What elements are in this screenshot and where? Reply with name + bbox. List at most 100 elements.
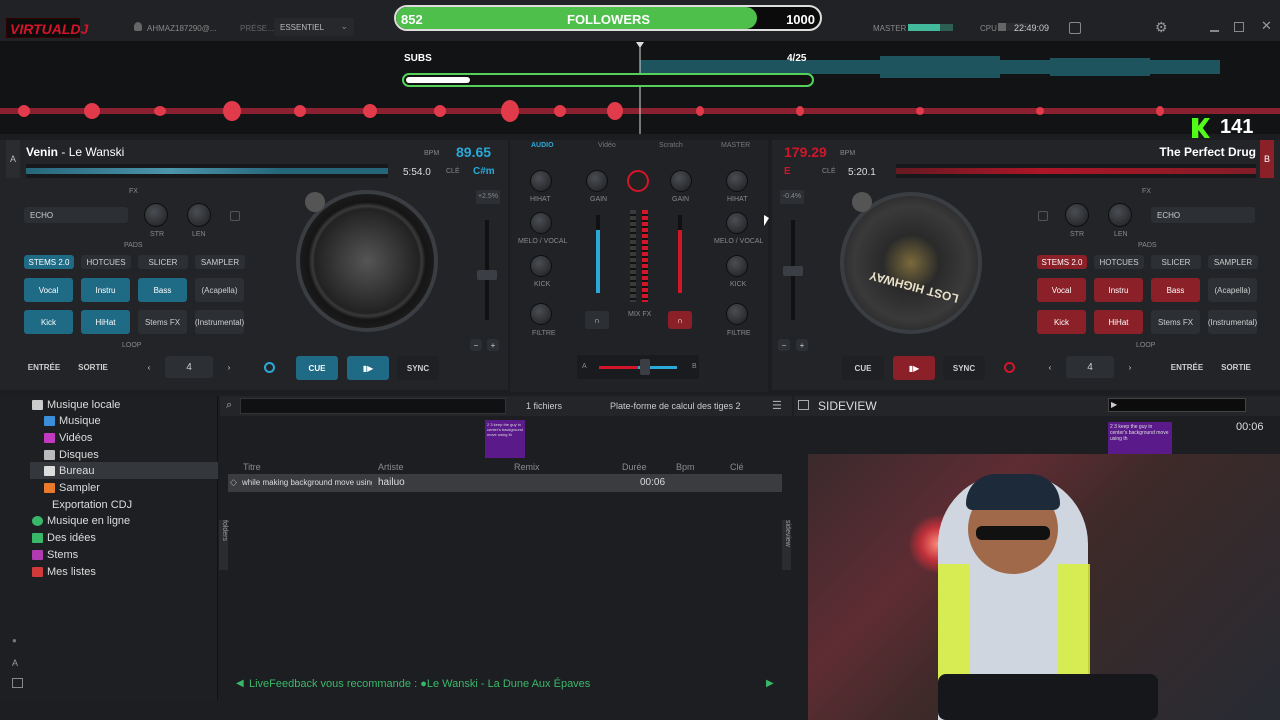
feedback-prev-icon[interactable]: ◀: [236, 678, 244, 689]
fx-select[interactable]: ECHO: [24, 207, 128, 223]
master-gain-knob[interactable]: [627, 170, 649, 192]
folders-tab[interactable]: folders: [219, 520, 228, 570]
fx-str-knob[interactable]: [144, 203, 168, 227]
pad-tab-sampler[interactable]: SAMPLER: [195, 255, 245, 269]
minimize-icon[interactable]: [1210, 30, 1219, 32]
preset-select[interactable]: ESSENTIEL ⌄: [274, 18, 354, 36]
mixer-tab-master[interactable]: MASTER: [721, 142, 750, 149]
volume-fader-b[interactable]: [678, 215, 682, 293]
pitch-minus[interactable]: −: [778, 339, 790, 351]
pad-kick[interactable]: Kick: [24, 310, 73, 334]
fx-settings-icon[interactable]: [230, 211, 240, 221]
livefeedback-text[interactable]: LiveFeedback vous recommande : ●Le Wansk…: [249, 678, 590, 690]
tree-item-stems[interactable]: Stems: [32, 546, 78, 563]
hihat-knob-b[interactable]: [726, 170, 748, 192]
pad-vocal[interactable]: Vocal: [24, 278, 73, 302]
column-duration[interactable]: Durée: [622, 462, 647, 472]
loop-next-icon[interactable]: ›: [1118, 356, 1142, 378]
pad-tab-sampler[interactable]: SAMPLER: [1208, 255, 1258, 269]
sideview-player[interactable]: ▶: [1108, 398, 1246, 412]
play-pause-button[interactable]: ▮▶: [347, 356, 389, 380]
search-input[interactable]: [240, 398, 506, 414]
fx-str-knob[interactable]: [1065, 203, 1089, 227]
mini-waveform[interactable]: [896, 164, 1256, 178]
gain-knob-a[interactable]: [586, 170, 608, 192]
filter-knob-a[interactable]: [530, 303, 552, 325]
column-bpm[interactable]: Bpm: [676, 462, 695, 472]
fx-select[interactable]: ECHO: [1151, 207, 1255, 223]
pad-tab-stems[interactable]: STEMS 2.0: [1037, 255, 1087, 269]
user-account[interactable]: AHMAZ187290@...: [147, 24, 216, 33]
melo-knob-b[interactable]: [726, 212, 748, 234]
pad-tab-hotcues[interactable]: HOTCUES: [81, 255, 131, 269]
pad-hihat[interactable]: HiHat: [81, 310, 130, 334]
mixer-tab-scratch[interactable]: Scratch: [659, 142, 683, 149]
column-artist[interactable]: Artiste: [378, 462, 404, 472]
fx-settings-icon[interactable]: [1038, 211, 1048, 221]
pad-instrumental[interactable]: (Instrumental): [195, 310, 244, 334]
pad-vocal[interactable]: Vocal: [1037, 278, 1086, 302]
pad-tab-slicer[interactable]: SLICER: [138, 255, 188, 269]
loop-out-button[interactable]: SORTIE: [1215, 356, 1257, 378]
kick-knob-b[interactable]: [726, 255, 748, 277]
maximize-icon[interactable]: [1234, 22, 1244, 32]
tree-item-export-cdj[interactable]: Exportation CDJ: [52, 496, 132, 513]
sideview-tab[interactable]: sideview: [782, 520, 791, 570]
pad-bass[interactable]: Bass: [138, 278, 187, 302]
tree-item-videos[interactable]: Vidéos: [44, 429, 92, 446]
loop-in-button[interactable]: ENTRÉE: [23, 356, 65, 378]
text-size-icon[interactable]: A: [12, 658, 18, 668]
crossfader[interactable]: A B: [577, 355, 699, 379]
pad-bass[interactable]: Bass: [1151, 278, 1200, 302]
pad-tab-hotcues[interactable]: HOTCUES: [1094, 255, 1144, 269]
pad-instru[interactable]: Instru: [1094, 278, 1143, 302]
layout-icon[interactable]: [12, 678, 23, 688]
loop-size[interactable]: 4: [1066, 356, 1114, 378]
cue-button[interactable]: CUE: [842, 356, 884, 380]
pitch-plus[interactable]: +: [487, 339, 499, 351]
cue-button[interactable]: CUE: [296, 356, 338, 380]
tree-item-sampler[interactable]: Sampler: [44, 479, 100, 496]
menu-icon[interactable]: ☰: [772, 399, 782, 412]
pad-tab-stems[interactable]: STEMS 2.0: [24, 255, 74, 269]
loop-out-button[interactable]: SORTIE: [72, 356, 114, 378]
gain-knob-b[interactable]: [670, 170, 692, 192]
fx-len-knob[interactable]: [1108, 203, 1132, 227]
pad-acapella[interactable]: (Acapella): [1208, 278, 1257, 302]
sync-button[interactable]: SYNC: [397, 356, 439, 380]
pad-acapella[interactable]: (Acapella): [195, 278, 244, 302]
pitch-slider[interactable]: [477, 220, 497, 320]
pad-hihat[interactable]: HiHat: [1094, 310, 1143, 334]
pitch-minus[interactable]: −: [470, 339, 482, 351]
crossfader-handle[interactable]: [640, 359, 650, 375]
tree-item-online[interactable]: Musique en ligne: [32, 512, 130, 529]
loop-size[interactable]: 4: [165, 356, 213, 378]
close-icon[interactable]: ✕: [1261, 18, 1272, 34]
tree-item-lists[interactable]: Mes listes: [32, 563, 96, 580]
headphones-a-icon[interactable]: ∩: [585, 311, 609, 329]
mini-waveform[interactable]: [26, 164, 388, 178]
waveform-overview[interactable]: [0, 42, 1280, 134]
mixer-tab-audio[interactable]: AUDIO: [531, 142, 554, 149]
loop-prev-icon[interactable]: ‹: [1038, 356, 1062, 378]
pitch-slider[interactable]: [783, 220, 803, 320]
pitch-plus[interactable]: +: [796, 339, 808, 351]
pad-instru[interactable]: Instru: [81, 278, 130, 302]
tree-item-disques[interactable]: Disques: [44, 446, 99, 463]
pad-tab-slicer[interactable]: SLICER: [1151, 255, 1201, 269]
pad-instrumental[interactable]: (Instrumental): [1208, 310, 1257, 334]
volume-fader-a[interactable]: [596, 215, 600, 293]
pad-stems-fx[interactable]: Stems FX: [138, 310, 187, 334]
pad-kick[interactable]: Kick: [1037, 310, 1086, 334]
pad-stems-fx[interactable]: Stems FX: [1151, 310, 1200, 334]
feedback-next-icon[interactable]: ▶: [766, 678, 774, 689]
headphones-b-icon[interactable]: ∩: [668, 311, 692, 329]
filter-knob-b[interactable]: [726, 303, 748, 325]
loop-next-icon[interactable]: ›: [217, 356, 241, 378]
gear-icon[interactable]: ⚙: [1155, 19, 1168, 36]
column-title[interactable]: Titre: [243, 462, 261, 472]
play-pause-button[interactable]: ▮▶: [893, 356, 935, 380]
tree-item-bureau[interactable]: Bureau: [30, 462, 218, 479]
hihat-knob-a[interactable]: [530, 170, 552, 192]
tree-item-ideas[interactable]: Des idées: [32, 529, 96, 546]
